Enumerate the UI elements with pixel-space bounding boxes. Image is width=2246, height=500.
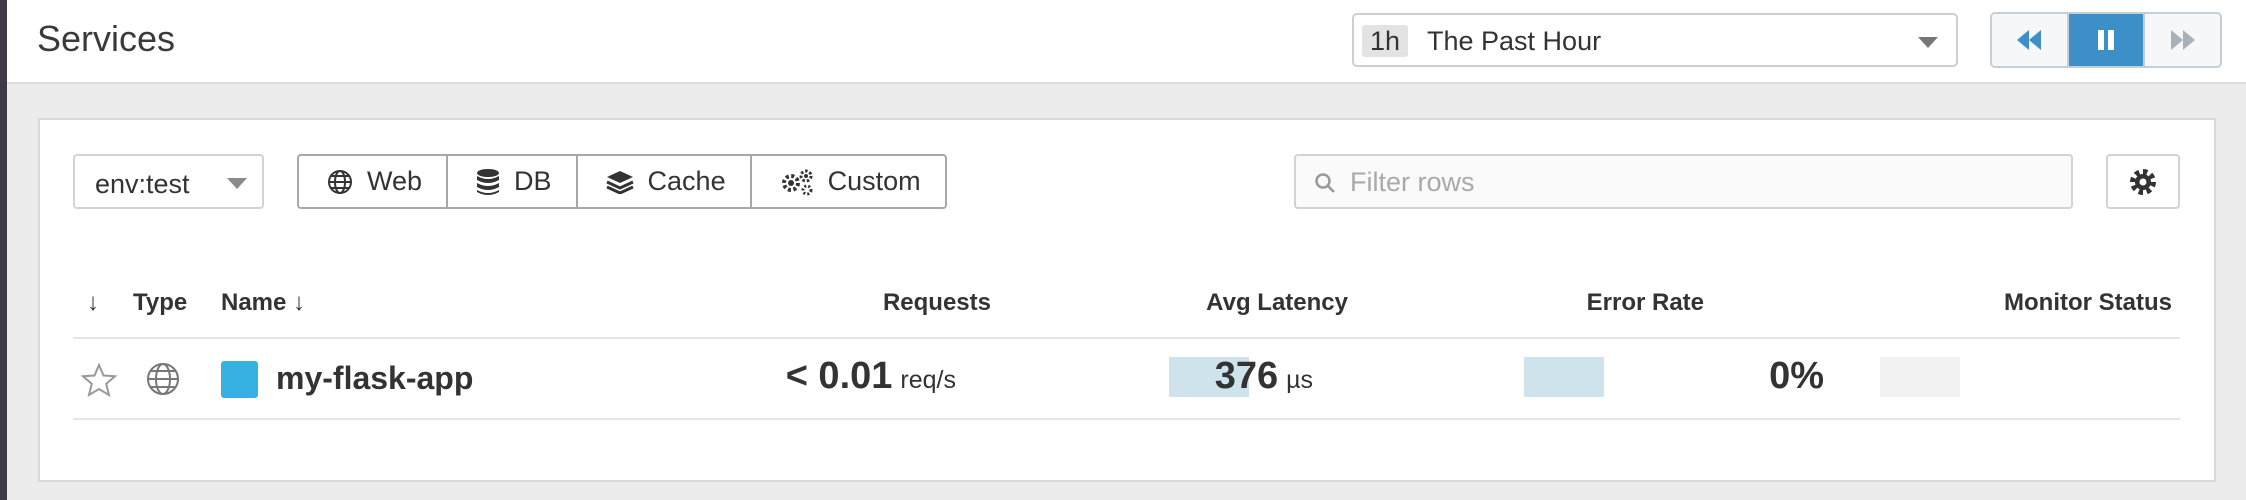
- chevron-down-icon: [1918, 37, 1938, 48]
- fast-forward-button[interactable]: [2145, 14, 2220, 66]
- pause-button[interactable]: [2068, 14, 2146, 66]
- service-type-filter: Web DB Cache Custom: [297, 154, 947, 209]
- type-filter-custom[interactable]: Custom: [752, 156, 945, 207]
- rewind-icon: [2017, 30, 2042, 50]
- type-filter-label: DB: [514, 166, 552, 196]
- service-color-swatch: [221, 361, 258, 398]
- database-icon: [477, 168, 500, 195]
- type-filter-label: Web: [367, 166, 423, 196]
- search-icon: [1315, 173, 1335, 193]
- latency-unit: µs: [1286, 366, 1313, 394]
- error-rate-column-header[interactable]: Error Rate: [1587, 289, 1704, 317]
- time-range-label: The Past Hour: [1427, 26, 1602, 56]
- requests-cell: < 0.01 req/s: [786, 355, 956, 398]
- table-header: ↓ Type Name ↓ Requests Avg Latency Error…: [73, 275, 2180, 339]
- table-row[interactable]: my-flask-app < 0.01 req/s 376 µs 0%: [73, 339, 2180, 420]
- globe-icon: [147, 363, 179, 395]
- error-rate-value: 0%: [1769, 355, 1824, 397]
- error-rate-sparkline: [1880, 357, 1960, 397]
- type-filter-web[interactable]: Web: [299, 156, 449, 207]
- type-filter-cache[interactable]: Cache: [578, 156, 752, 207]
- monitor-status-column-header[interactable]: Monitor Status: [2004, 289, 2172, 317]
- gears-icon: [781, 169, 813, 195]
- env-select[interactable]: env:test: [73, 154, 264, 209]
- requests-unit: req/s: [900, 366, 956, 394]
- requests-column-header[interactable]: Requests: [883, 289, 991, 317]
- filter-rows-field[interactable]: [1294, 154, 2073, 209]
- latency-column-header[interactable]: Avg Latency: [1206, 289, 1348, 317]
- playback-controls: [1990, 12, 2222, 68]
- env-select-value: env:test: [95, 169, 190, 199]
- time-range-badge: 1h: [1362, 25, 1409, 57]
- layers-icon: [605, 170, 634, 194]
- fast-forward-icon: [2170, 30, 2195, 50]
- settings-button[interactable]: [2106, 154, 2180, 209]
- service-name-link[interactable]: my-flask-app: [276, 360, 473, 397]
- type-column-header[interactable]: Type: [133, 289, 187, 317]
- top-header: Services 1h The Past Hour: [7, 0, 2246, 84]
- filter-rows-input[interactable]: [1350, 162, 2050, 202]
- sort-column-header[interactable]: ↓: [87, 289, 99, 317]
- type-filter-db[interactable]: DB: [448, 156, 578, 207]
- pause-icon: [2098, 30, 2114, 50]
- latency-cell: 376 µs: [1215, 355, 1313, 398]
- type-filter-label: Cache: [647, 166, 726, 196]
- type-filter-label: Custom: [827, 166, 921, 196]
- window-edge: [0, 0, 7, 500]
- latency-value: 376: [1214, 355, 1279, 397]
- page-title: Services: [37, 18, 176, 59]
- name-column-header[interactable]: Name ↓: [221, 289, 305, 317]
- rewind-button[interactable]: [1992, 14, 2069, 66]
- requests-value: < 0.01: [785, 355, 893, 397]
- globe-icon: [328, 169, 352, 194]
- latency-sparkline: [1524, 357, 1604, 397]
- error-rate-cell: 0%: [1769, 355, 1824, 398]
- gear-icon: [2130, 168, 2156, 195]
- chevron-down-icon: [227, 178, 247, 189]
- services-panel: env:test Web DB Cache Custom Filter rows…: [38, 118, 2216, 482]
- star-icon[interactable]: [81, 363, 117, 397]
- time-range-select[interactable]: 1h The Past Hour: [1352, 13, 1958, 67]
